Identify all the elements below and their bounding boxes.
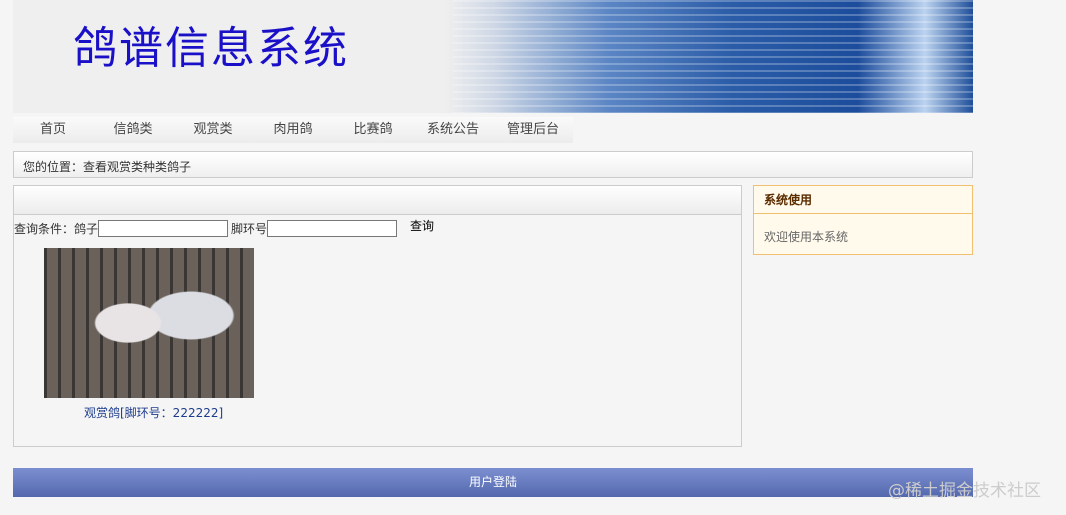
sidebar-box: 系统使用 欢迎使用本系统 xyxy=(753,185,973,255)
search-form: 查询条件：鸽子 脚环号 查询 xyxy=(14,217,434,237)
pigeon-caption-link[interactable]: 观赏鸽[脚环号：222222] xyxy=(84,404,223,421)
nav-racing[interactable]: 比赛鸽 xyxy=(333,117,413,143)
pigeon-input[interactable] xyxy=(98,220,229,237)
nav-homing[interactable]: 信鸽类 xyxy=(93,117,173,143)
pigeon-label: 查询条件：鸽子 xyxy=(14,222,99,236)
nav-announcements[interactable]: 系统公告 xyxy=(413,117,493,143)
nav-ornamental[interactable]: 观赏类 xyxy=(173,117,253,143)
nav-admin[interactable]: 管理后台 xyxy=(493,117,573,143)
nav-home[interactable]: 首页 xyxy=(13,117,93,143)
header-banner: 鸽谱信息系统 xyxy=(13,0,973,113)
site-title: 鸽谱信息系统 xyxy=(73,23,349,74)
content-panel: 查询条件：鸽子 脚环号 查询 观赏鸽[脚环号：222222] xyxy=(13,185,742,447)
pigeon-image[interactable] xyxy=(44,248,254,398)
watermark: @稀土掘金技术社区 xyxy=(888,481,1041,501)
sidebar-title: 系统使用 xyxy=(754,186,972,214)
ring-input[interactable] xyxy=(267,220,398,237)
login-button[interactable]: 用户登陆 xyxy=(13,468,973,497)
sidebar-text: 欢迎使用本系统 xyxy=(764,230,849,244)
nav-meat[interactable]: 肉用鸽 xyxy=(253,117,333,143)
main-nav: 首页 信鸽类 观赏类 肉用鸽 比赛鸽 系统公告 管理后台 xyxy=(13,117,573,143)
panel-header xyxy=(14,186,741,215)
ring-label: 脚环号 xyxy=(231,222,268,236)
breadcrumb: 您的位置：查看观赏类种类鸽子 xyxy=(13,151,973,178)
search-button[interactable]: 查询 xyxy=(410,217,434,234)
